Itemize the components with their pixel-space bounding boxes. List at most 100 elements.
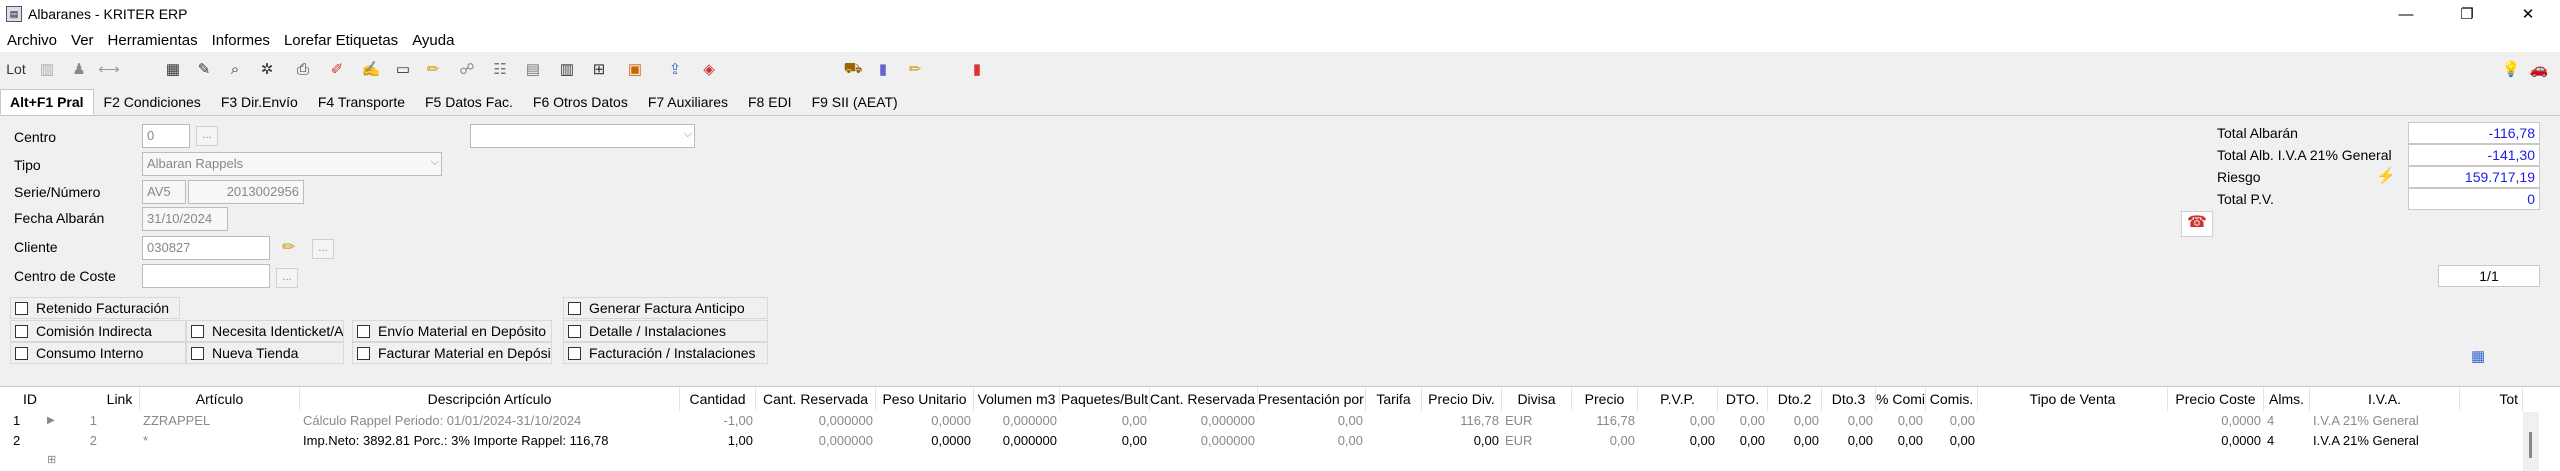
close-button[interactable]: ✕ [2505, 0, 2551, 28]
truck-icon[interactable]: ⛟ [842, 58, 864, 80]
notes-icon[interactable]: ✍ [360, 58, 382, 80]
tipo-dropdown[interactable]: Albaran Rappels ⌵ [142, 152, 442, 176]
tree-icon[interactable]: ☷ [489, 58, 511, 80]
scrollbar-thumb[interactable] [2529, 432, 2532, 458]
erase-icon[interactable]: ✐ [326, 58, 348, 80]
col-header-dto3[interactable]: Dto.3 [1822, 387, 1876, 411]
bulb-icon[interactable]: 💡 [2500, 58, 2522, 80]
cell-divisa[interactable]: EUR [1502, 411, 1572, 431]
barcode-icon[interactable]: ▥ [556, 58, 578, 80]
col-header-articulo[interactable]: Artículo [140, 387, 300, 411]
cell-presentacion[interactable]: 0,00 [1258, 411, 1366, 431]
cliente-lookup-button[interactable]: ... [312, 239, 334, 259]
cell-divisa[interactable]: EUR [1502, 431, 1572, 451]
cell-cantidad[interactable]: -1,00 [680, 411, 756, 431]
menu-lorefar-etiquetas[interactable]: Lorefar Etiquetas [277, 32, 405, 49]
user-icon[interactable]: ♟ [68, 58, 90, 80]
extra-dropdown[interactable]: ⌵ [470, 124, 695, 148]
col-header-cant-reservada[interactable]: Cant. Reservada [756, 387, 876, 411]
grid-scrollbar[interactable] [2523, 412, 2539, 471]
tab-dir-envio[interactable]: F3 Dir.Envío [211, 89, 308, 115]
cell-alms[interactable]: 4 [2264, 411, 2310, 431]
cell-iva[interactable]: I.V.A 21% General [2310, 431, 2460, 451]
col-header-presentacion[interactable]: Presentación por Pa [1258, 387, 1366, 411]
col-header-iva[interactable]: I.V.A. [2310, 387, 2460, 411]
serie-field[interactable]: AV5 [142, 180, 186, 204]
cell-dto3[interactable]: 0,00 [1822, 431, 1876, 451]
menu-ver[interactable]: Ver [64, 32, 101, 49]
col-header-divisa[interactable]: Divisa [1502, 387, 1572, 411]
fecha-field[interactable]: 31/10/2024 [142, 207, 228, 231]
detalle-instalaciones-checkbox[interactable]: Detalle / Instalaciones [563, 320, 768, 342]
consumo-interno-checkbox[interactable]: Consumo Interno [10, 342, 186, 364]
cell-descripcion[interactable]: Cálculo Rappel Periodo: 01/01/2024-31/10… [300, 411, 680, 431]
cell-tarifa[interactable] [1366, 431, 1422, 451]
tools-icon[interactable]: ✲ [256, 58, 278, 80]
col-header-paquetes[interactable]: Paquetes/Bult [1060, 387, 1150, 411]
new-row-plus-icon[interactable]: ⊞ [44, 450, 59, 470]
envio-material-deposito-checkbox[interactable]: Envío Material en Depósito [352, 320, 552, 342]
cell-volumen[interactable]: 0,000000 [974, 411, 1060, 431]
cell-alms[interactable]: 4 [2264, 431, 2310, 451]
cell-precio-coste[interactable]: 0,0000 [2168, 431, 2264, 451]
col-header-dto[interactable]: DTO. [1718, 387, 1768, 411]
edit-icon[interactable]: ✎ [193, 58, 215, 80]
print-icon[interactable]: ⎙ [292, 58, 314, 80]
scan-icon[interactable]: ▥ [36, 58, 58, 80]
cell-pvp[interactable]: 0,00 [1638, 431, 1718, 451]
folder-icon[interactable]: ▦ [162, 58, 184, 80]
cliente-field[interactable]: 030827 [142, 236, 270, 260]
cell-comision-pct[interactable]: 0,00 [1876, 411, 1926, 431]
col-header-pvp[interactable]: P.V.P. [1638, 387, 1718, 411]
attach-icon[interactable]: ☍ [456, 58, 478, 80]
col-header-precio[interactable]: Precio [1572, 387, 1638, 411]
cell-precio-div[interactable]: 0,00 [1422, 431, 1502, 451]
numero-field[interactable]: 2013002956 [188, 180, 304, 204]
window-icon[interactable]: ▭ [392, 58, 414, 80]
contact-card-icon[interactable]: ☎ [2181, 211, 2213, 237]
cell-comis[interactable]: 0,00 [1926, 411, 1978, 431]
pin-icon[interactable]: ✏ [422, 58, 444, 80]
col-header-precio-coste[interactable]: Precio Coste [2168, 387, 2264, 411]
cell-precio[interactable]: 0,00 [1572, 431, 1638, 451]
cell-presentacion[interactable]: 0,00 [1258, 431, 1366, 451]
facturacion-instalaciones-checkbox[interactable]: Facturación / Instalaciones [563, 342, 768, 364]
col-header-dto2[interactable]: Dto.2 [1768, 387, 1822, 411]
menu-archivo[interactable]: Archivo [0, 32, 64, 49]
cell-tipo-venta[interactable] [1978, 411, 2168, 431]
cell-tipo-venta[interactable] [1978, 431, 2168, 451]
cell-cant-reservada[interactable]: 0,000000 [756, 431, 876, 451]
col-header-cantidad[interactable]: Cantidad [680, 387, 756, 411]
cell-peso[interactable]: 0,0000 [876, 431, 974, 451]
col-header-tipo-venta[interactable]: Tipo de Venta [1978, 387, 2168, 411]
col-header-id[interactable]: ID [0, 387, 60, 411]
cell-dto[interactable]: 0,00 [1718, 411, 1768, 431]
cell-pvp[interactable]: 0,00 [1638, 411, 1718, 431]
cell-comis[interactable]: 0,00 [1926, 431, 1978, 451]
lot-button[interactable]: Lot [4, 58, 28, 80]
calendar-icon[interactable]: ▦ [2471, 347, 2485, 365]
cell-comision-pct[interactable]: 0,00 [1876, 431, 1926, 451]
riesgo-lightning-icon[interactable]: ⚡ [2376, 166, 2396, 186]
tab-edi[interactable]: F8 EDI [738, 89, 802, 115]
preview-icon[interactable]: ⌕ [224, 58, 246, 80]
tab-transporte[interactable]: F4 Transporte [308, 89, 415, 115]
tab-sii[interactable]: F9 SII (AEAT) [802, 89, 908, 115]
retenido-facturacion-checkbox[interactable]: Retenido Facturación [10, 297, 180, 319]
col-header-cant-res-u[interactable]: Cant. Reservada U. [1150, 387, 1258, 411]
cell-cantidad[interactable]: 1,00 [680, 431, 756, 451]
col-header-tarifa[interactable]: Tarifa [1366, 387, 1422, 411]
cell-iva[interactable]: I.V.A 21% General [2310, 411, 2460, 431]
col-header-precio-div[interactable]: Precio Div. [1422, 387, 1502, 411]
cell-dto2[interactable]: 0,00 [1768, 431, 1822, 451]
col-header-tot[interactable]: Tot [2460, 387, 2523, 411]
cell-volumen[interactable]: 0,000000 [974, 431, 1060, 451]
car-icon[interactable]: 🚗 [2528, 58, 2550, 80]
cell-articulo[interactable]: ZZRAPPEL [140, 411, 300, 431]
col-header-comis[interactable]: Comis. [1926, 387, 1978, 411]
tab-otros-datos[interactable]: F6 Otros Datos [523, 89, 638, 115]
necesita-identicket-checkbox[interactable]: Necesita Identicket/A [186, 320, 344, 342]
cell-dto3[interactable]: 0,00 [1822, 411, 1876, 431]
sync-icon[interactable]: ⟷ [98, 58, 120, 80]
cell-precio-coste[interactable]: 0,0000 [2168, 411, 2264, 431]
